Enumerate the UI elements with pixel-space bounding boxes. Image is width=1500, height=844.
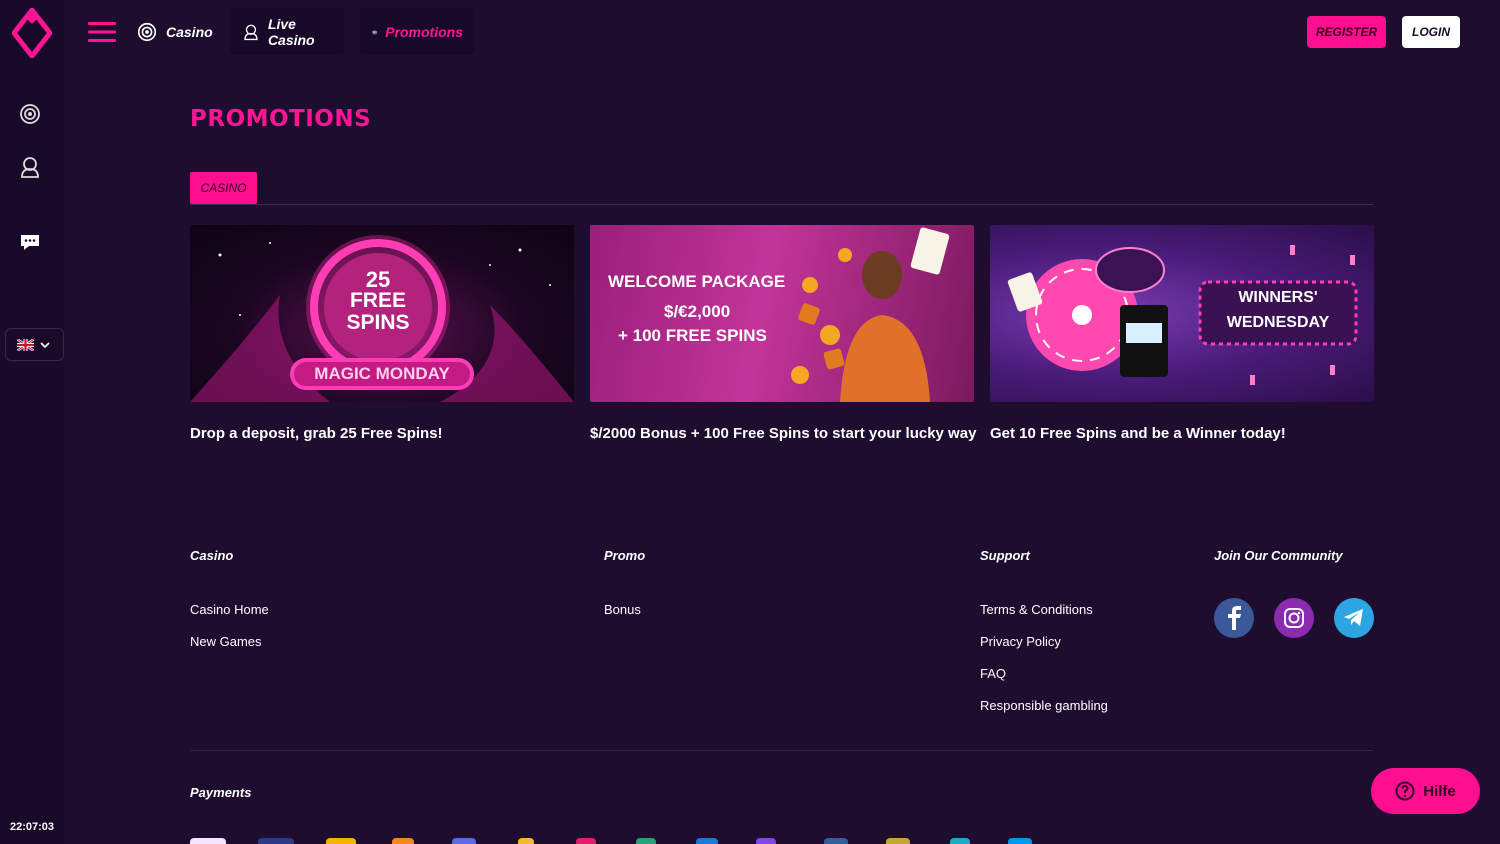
footer-casino-heading: Casino	[190, 548, 234, 563]
live-dealer-icon	[244, 24, 258, 40]
footer-link-new-games[interactable]: New Games	[190, 634, 262, 649]
payment-logo	[518, 838, 534, 844]
instagram-icon[interactable]	[1274, 598, 1314, 638]
facebook-icon[interactable]	[1214, 598, 1254, 638]
live-dealer-icon[interactable]	[18, 155, 42, 179]
nav-promotions[interactable]: Promotions	[360, 8, 475, 55]
welcome-package-art	[791, 227, 950, 402]
gift-icon	[372, 29, 377, 34]
promo-banner-winners-wednesday[interactable]: WINNERS' WEDNESDAY	[990, 225, 1374, 402]
promo-description[interactable]: Get 10 Free Spins and be a Winner today!	[990, 425, 1374, 442]
nav-casino[interactable]: Casino	[124, 8, 225, 55]
payment-logo	[886, 838, 910, 844]
promo-banner-magic-monday[interactable]: 25 FREE SPINS MAGIC MONDAY	[190, 225, 574, 402]
banner-line: + 100 FREE SPINS	[618, 326, 767, 345]
flag-uk-icon	[17, 338, 34, 351]
tab-casino[interactable]: CASINO	[190, 172, 257, 204]
page-title: PROMOTIONS	[190, 106, 372, 132]
promo-card[interactable]: WELCOME PACKAGE $/€2,000 + 100 FREE SPIN…	[590, 225, 976, 442]
help-button[interactable]: Hilfe	[1371, 768, 1480, 814]
chat-icon[interactable]	[18, 230, 42, 254]
payment-logo	[258, 838, 294, 844]
clock: 22:07:03	[10, 821, 55, 833]
payment-logo	[576, 838, 596, 844]
footer-link-faq[interactable]: FAQ	[980, 666, 1006, 681]
footer-link-responsible-gambling[interactable]: Responsible gambling	[980, 698, 1108, 713]
nav-promotions-label: Promotions	[385, 23, 463, 40]
payment-logo	[824, 838, 848, 844]
banner-line: WINNERS'	[1238, 289, 1318, 306]
payment-logo	[1008, 838, 1032, 844]
nav-casino-label: Casino	[166, 23, 213, 40]
banner-line: FREE	[349, 289, 406, 312]
banner-tag: MAGIC MONDAY	[314, 364, 450, 383]
promo-description[interactable]: $/2000 Bonus + 100 Free Spins to start y…	[590, 425, 976, 442]
footer-community-heading: Join Our Community	[1214, 548, 1343, 563]
payment-logo	[636, 838, 656, 844]
promo-description[interactable]: Drop a deposit, grab 25 Free Spins!	[190, 425, 574, 442]
help-icon	[1395, 781, 1415, 801]
casino-chip-icon	[137, 22, 157, 41]
register-button[interactable]: REGISTER	[1307, 16, 1386, 48]
payment-logo	[950, 838, 970, 844]
banner-line: WEDNESDAY	[1226, 314, 1330, 331]
promo-card[interactable]: WINNERS' WEDNESDAY Get 10 Free Spins and…	[990, 225, 1374, 442]
footer-divider	[190, 750, 1373, 751]
payment-logo	[392, 838, 414, 844]
payment-logo	[756, 838, 776, 844]
footer-link-privacy[interactable]: Privacy Policy	[980, 634, 1061, 649]
banner-line: WELCOME PACKAGE	[608, 272, 786, 291]
footer-link-bonus[interactable]: Bonus	[604, 602, 641, 617]
top-bar: Casino Live Casino Promotions	[64, 0, 1500, 64]
brand-logo-icon[interactable]	[12, 8, 52, 58]
footer-promo-heading: Promo	[604, 548, 646, 563]
banner-line: SPINS	[346, 311, 410, 334]
telegram-icon[interactable]	[1334, 598, 1374, 638]
footer-payments-heading: Payments	[190, 785, 252, 800]
tab-divider	[190, 204, 1373, 205]
promo-card[interactable]: 25 FREE SPINS MAGIC MONDAY Drop a deposi…	[190, 225, 574, 442]
payment-logo	[326, 838, 356, 844]
casino-chip-icon[interactable]	[18, 102, 42, 126]
promo-banner-welcome-package[interactable]: WELCOME PACKAGE $/€2,000 + 100 FREE SPIN…	[590, 225, 974, 402]
nav-live-casino[interactable]: Live Casino	[230, 8, 344, 55]
chevron-down-icon	[40, 341, 50, 348]
left-rail: 22:07:03	[0, 0, 64, 844]
menu-icon[interactable]	[88, 20, 116, 44]
footer-support-heading: Support	[980, 548, 1030, 563]
payment-logo	[190, 838, 226, 844]
help-label: Hilfe	[1423, 782, 1456, 800]
footer-link-casino-home[interactable]: Casino Home	[190, 602, 269, 617]
payment-logo	[452, 838, 476, 844]
nav-live-casino-label: Live Casino	[267, 15, 315, 48]
language-selector[interactable]	[5, 328, 64, 361]
login-button[interactable]: LOGIN	[1402, 16, 1460, 48]
banner-line: $/€2,000	[664, 302, 731, 321]
footer-link-terms[interactable]: Terms & Conditions	[980, 602, 1093, 617]
payment-logo	[696, 838, 718, 844]
